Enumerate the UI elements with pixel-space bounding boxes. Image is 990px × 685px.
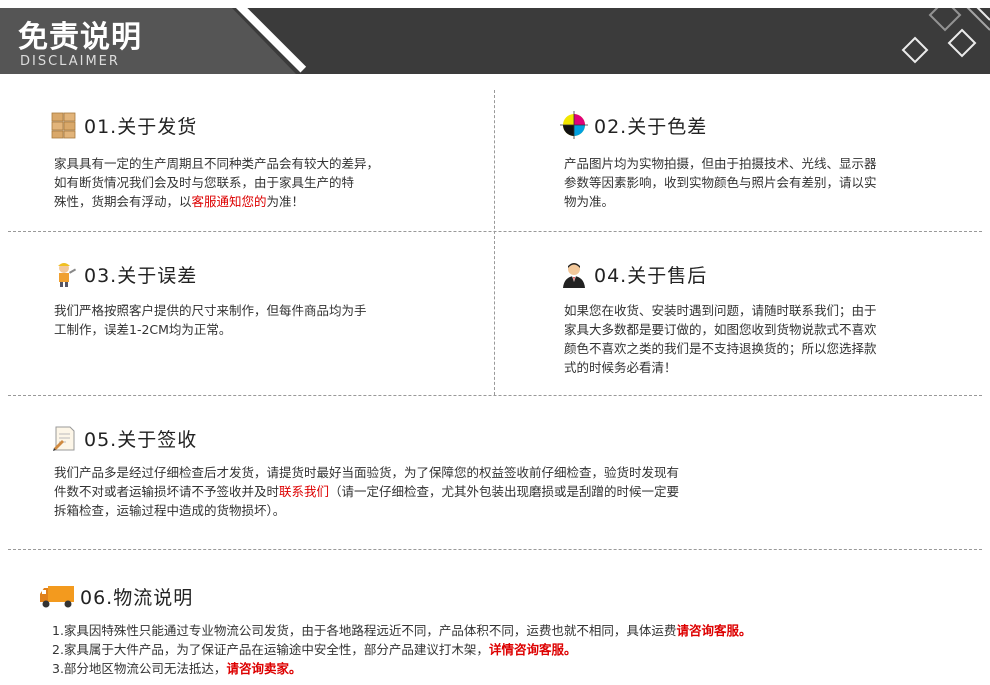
section-logistics: 06.物流说明 1.家具因特殊性只能通过专业物流公司发货，由于各地路程远近不同，… (38, 581, 968, 678)
consult-seller-link[interactable]: 请咨询卖家。 (226, 661, 301, 676)
page-header: 免责说明 DISCLAIMER (0, 0, 990, 75)
section-title: 05.关于签收 (84, 428, 198, 451)
section-tolerance: 03.关于误差 我们严格按照客户提供的尺寸来制作，但每件商品均为手 工制作，误差… (50, 259, 470, 339)
section-body: 1.家具因特殊性只能通过专业物流公司发货，由于各地路程远近不同，产品体积不同，运… (52, 623, 752, 676)
page-subtitle: DISCLAIMER (20, 54, 120, 69)
section-body: 产品图片均为实物拍摄，但由于拍摄技术、光线、显示器 参数等因素影响，收到实物颜色… (564, 156, 877, 209)
page-title: 免责说明 (18, 20, 142, 55)
section-title: 03.关于误差 (84, 264, 198, 287)
sign-document-icon (50, 424, 78, 452)
row-divider (8, 395, 982, 396)
section-shipping: 01.关于发货 家具具有一定的生产周期且不同种类产品会有较大的差异， 如有断货情… (50, 110, 470, 211)
contact-us-link[interactable]: 联系我们 (279, 484, 329, 499)
row-divider (8, 231, 982, 232)
consult-service-link[interactable]: 请咨询客服。 (676, 623, 751, 638)
section-body: 我们严格按照客户提供的尺寸来制作，但每件商品均为手 工制作，误差1-2CM均为正… (54, 303, 367, 337)
section-receipt: 05.关于签收 我们产品多是经过仔细检查后才发货，请提货时最好当面验货，为了保障… (50, 423, 950, 520)
section-title: 06.物流说明 (80, 586, 194, 609)
section-body: 如果您在收货、安装时遇到问题，请随时联系我们；由于 家具大多数都是要订做的，如图… (564, 303, 877, 375)
consult-service-link[interactable]: 详情咨询客服。 (489, 642, 577, 657)
color-wheel-icon (560, 111, 588, 139)
boxes-icon (50, 111, 78, 139)
highlight-text: 客服通知您的 (191, 194, 267, 209)
section-title: 02.关于色差 (594, 115, 708, 138)
service-agent-icon (560, 260, 588, 288)
delivery-truck-icon (38, 582, 76, 610)
section-body: 家具具有一定的生产周期且不同种类产品会有较大的差异， 如有断货情况我们会及时与您… (54, 156, 380, 209)
worker-icon (50, 260, 78, 288)
diamond-decoration-icon (901, 0, 990, 64)
section-body: 我们产品多是经过仔细检查后才发货，请提货时最好当面验货，为了保障您的权益签收前仔… (54, 465, 680, 518)
section-color-difference: 02.关于色差 产品图片均为实物拍摄，但由于拍摄技术、光线、显示器 参数等因素影… (560, 110, 980, 211)
section-title: 04.关于售后 (594, 264, 708, 287)
section-title: 01.关于发货 (84, 115, 198, 138)
section-after-sales: 04.关于售后 如果您在收货、安装时遇到问题，请随时联系我们；由于 家具大多数都… (560, 259, 980, 377)
row-divider (8, 549, 982, 550)
column-divider (494, 90, 495, 395)
